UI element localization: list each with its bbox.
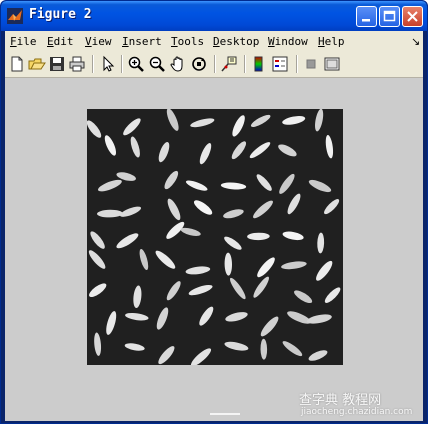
new-figure-icon[interactable] [8,55,26,73]
toolbar-separator [121,55,123,73]
data-cursor-icon[interactable] [220,55,238,73]
window-title: Figure 2 [29,7,92,22]
menu-help[interactable]: Help [318,35,345,48]
dock-arrow-icon[interactable]: ↘ [411,35,420,48]
hide-plot-tools-icon[interactable] [302,55,320,73]
menu-tools[interactable]: Tools [171,35,204,48]
image-background [87,109,343,365]
resize-handle[interactable] [210,413,240,415]
watermark-text: 查字典 教程网 [299,393,382,408]
insert-legend-icon[interactable] [271,55,289,73]
minimize-icon [362,19,370,22]
close-button[interactable] [402,6,423,27]
figure-client-area: File Edit View Insert Tools Desktop Wind… [5,31,423,421]
menu-file[interactable]: File [10,35,37,48]
menu-insert[interactable]: Insert [122,35,162,48]
toolbar-separator [244,55,246,73]
save-figure-icon[interactable] [48,55,66,73]
menu-window[interactable]: Window [268,35,308,48]
maximize-button[interactable] [379,6,400,27]
menu-bar: File Edit View Insert Tools Desktop Wind… [5,31,423,52]
matlab-logo-icon [7,8,23,24]
title-bar[interactable]: Figure 2 [1,1,427,31]
close-icon [407,11,418,22]
insert-colorbar-icon[interactable] [250,55,268,73]
zoom-in-icon[interactable] [127,55,145,73]
menu-edit[interactable]: Edit [47,35,74,48]
menu-view[interactable]: View [85,35,112,48]
rice-grains-image[interactable] [87,109,343,365]
menu-desktop[interactable]: Desktop [213,35,259,48]
show-plot-tools-icon[interactable] [323,55,341,73]
maximize-icon [383,10,396,22]
watermark-url: jiaocheng.chazidian.com [301,407,413,417]
open-file-icon[interactable] [28,55,46,73]
figure-canvas [5,78,423,421]
toolbar-separator [296,55,298,73]
toolbar-separator [214,55,216,73]
zoom-out-icon[interactable] [148,55,166,73]
pan-hand-icon[interactable] [169,55,187,73]
edit-plot-arrow-icon[interactable] [99,55,117,73]
figure-window: Figure 2 File Edit View Insert Tools Des… [0,0,428,424]
toolbar-separator [92,55,94,73]
minimize-button[interactable] [356,6,377,27]
rotate-3d-icon[interactable] [190,55,208,73]
figure-toolbar [5,52,423,78]
print-figure-icon[interactable] [68,55,86,73]
